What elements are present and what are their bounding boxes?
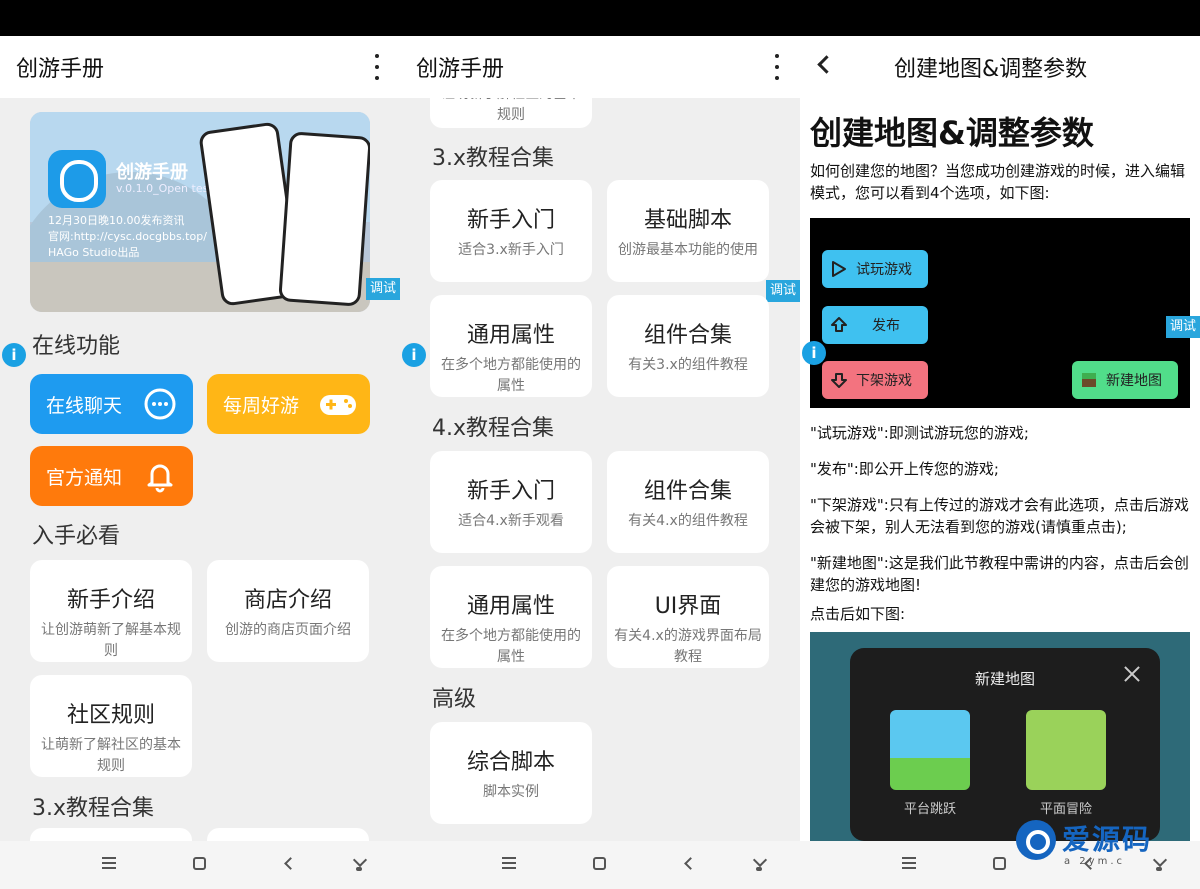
top-down-adventure-thumbnail bbox=[1026, 710, 1106, 790]
card-4x-beginner[interactable]: 新手入门 适合4.x新手观看 bbox=[430, 451, 592, 553]
card-partial[interactable] bbox=[30, 828, 192, 841]
home-icon[interactable] bbox=[193, 857, 206, 870]
banner-site: 官网:http://cysc.docgbbs.top/ bbox=[48, 230, 207, 243]
download-icon bbox=[831, 373, 847, 388]
status-bar bbox=[0, 0, 1200, 36]
card-community-rules[interactable]: 社区规则 让萌新了解社区的基本规则 bbox=[30, 675, 192, 777]
card-community-rules[interactable]: 让萌新了解社区的基本规则 bbox=[430, 98, 592, 128]
banner-app-name: 创游手册 bbox=[116, 162, 188, 183]
card-3x-basic-script[interactable]: 基础脚本 创游最基本功能的使用 bbox=[607, 180, 769, 282]
section-title: 3.x教程合集 bbox=[432, 146, 555, 171]
menu-icon[interactable] bbox=[902, 857, 916, 869]
phone-mockup bbox=[278, 131, 370, 307]
app-bar: 创建地图&调整参数 bbox=[800, 36, 1200, 98]
banner[interactable]: 创游手册 v.0.1.0_Open test 12月30日晚10.00发布资讯 … bbox=[30, 112, 370, 312]
official-notice-button[interactable]: 官方通知 bbox=[30, 446, 193, 506]
weekly-game-button[interactable]: 每周好游 bbox=[207, 374, 370, 434]
more-icon[interactable] bbox=[772, 54, 782, 80]
info-icon[interactable]: i bbox=[802, 341, 826, 365]
item-unpublish: "下架游戏":只有上传过的游戏才会有此选项，点击后游戏会被下架，别人无法看到您的… bbox=[810, 496, 1189, 536]
info-icon[interactable]: i bbox=[2, 343, 26, 367]
close-icon bbox=[1124, 666, 1140, 682]
section-title: 入手必看 bbox=[32, 524, 121, 549]
item-publish: "发布":即公开上传您的游戏; bbox=[810, 460, 999, 478]
back-icon[interactable] bbox=[684, 857, 697, 870]
system-nav-bar bbox=[400, 841, 800, 889]
section-title: 4.x教程合集 bbox=[432, 416, 555, 441]
card-shop-intro[interactable]: 商店介绍 创游的商店页面介绍 bbox=[207, 560, 369, 662]
info-icon[interactable]: i bbox=[402, 343, 426, 367]
banner-studio: HAGo Studio出品 bbox=[48, 246, 140, 259]
back-arrow-icon[interactable] bbox=[817, 55, 836, 74]
section-title: 在线功能 bbox=[32, 334, 121, 359]
new-map-dialog: 新建地图 平台跳跃 平面冒险 bbox=[850, 648, 1160, 841]
more-icon[interactable] bbox=[372, 54, 382, 80]
article-heading: 创建地图&调整参数 bbox=[810, 114, 1094, 152]
play-icon bbox=[832, 261, 846, 277]
watermark: 爱源码 a 2ym.c bbox=[1016, 818, 1196, 878]
debug-tag[interactable]: 调试 bbox=[366, 278, 400, 300]
card-4x-ui[interactable]: UI界面 有关4.x的游戏界面布局教程 bbox=[607, 566, 769, 668]
card-3x-beginner[interactable]: 新手入门 适合3.x新手入门 bbox=[430, 180, 592, 282]
back-icon[interactable] bbox=[284, 857, 297, 870]
card-3x-common-props[interactable]: 通用属性 在多个地方都能使用的属性 bbox=[430, 295, 592, 397]
gamepad-icon bbox=[320, 395, 356, 415]
section-title: 3.x教程合集 bbox=[32, 796, 155, 821]
card-4x-common-props[interactable]: 通用属性 在多个地方都能使用的属性 bbox=[430, 566, 592, 668]
section-title: 高级 bbox=[432, 687, 477, 712]
screen-home: 创游手册 创游手册 v.0.1.0_Open test 12月30日晚10.00… bbox=[0, 36, 400, 889]
publish-button-image: 发布 bbox=[822, 306, 928, 344]
item-play-test: "试玩游戏":即测试游玩您的游戏; bbox=[810, 424, 1029, 442]
chevron-down-icon[interactable] bbox=[352, 855, 366, 871]
menu-icon[interactable] bbox=[102, 857, 116, 869]
article-intro: 如何创建您的地图？当您成功创建游戏的时候，进入编辑模式，您可以看到4个选项，如下… bbox=[810, 162, 1186, 202]
app-logo-icon bbox=[48, 150, 106, 208]
app-title: 创游手册 bbox=[416, 57, 505, 82]
system-nav-bar bbox=[0, 841, 400, 889]
upload-icon bbox=[831, 317, 847, 332]
chat-icon bbox=[144, 388, 176, 420]
new-map-dialog-screenshot: 新建地图 平台跳跃 平面冒险 bbox=[810, 632, 1190, 841]
banner-version: v.0.1.0_Open test bbox=[116, 182, 213, 195]
home-content[interactable]: 创游手册 v.0.1.0_Open test 12月30日晚10.00发布资讯 … bbox=[0, 98, 400, 841]
screen-article: 创建地图&调整参数 创建地图&调整参数 如何创建您的地图？当您成功创建游戏的时候… bbox=[800, 36, 1200, 889]
unpublish-button-image: 下架游戏 bbox=[822, 361, 928, 399]
editor-screenshot: 试玩游戏 发布 下架游戏 新建地图 bbox=[810, 218, 1190, 408]
play-test-button-image: 试玩游戏 bbox=[822, 250, 928, 288]
map-icon bbox=[1082, 373, 1096, 387]
banner-notice: 12月30日晚10.00发布资讯 bbox=[48, 214, 185, 227]
tutorial-content[interactable]: 让萌新了解社区的基本规则 3.x教程合集 新手入门 适合3.x新手入门 基础脚本… bbox=[400, 98, 800, 841]
app-bar: 创游手册 bbox=[400, 36, 800, 98]
watermark-logo-icon bbox=[1016, 820, 1056, 860]
home-icon[interactable] bbox=[993, 857, 1006, 870]
card-4x-components[interactable]: 组件合集 有关4.x的组件教程 bbox=[607, 451, 769, 553]
new-map-button-image: 新建地图 bbox=[1072, 361, 1178, 399]
chevron-down-icon[interactable] bbox=[752, 855, 766, 871]
home-icon[interactable] bbox=[593, 857, 606, 870]
page-title: 创建地图&调整参数 bbox=[894, 57, 1088, 82]
debug-tag[interactable]: 调试 bbox=[1166, 316, 1200, 338]
menu-icon[interactable] bbox=[502, 857, 516, 869]
card-3x-components[interactable]: 组件合集 有关3.x的组件教程 bbox=[607, 295, 769, 397]
screen-tutorials: 创游手册 让萌新了解社区的基本规则 3.x教程合集 新手入门 适合3.x新手入门… bbox=[400, 36, 800, 889]
bell-icon bbox=[147, 464, 173, 493]
platform-jump-thumbnail bbox=[890, 710, 970, 790]
app-title: 创游手册 bbox=[16, 57, 105, 82]
card-newbie-intro[interactable]: 新手介绍 让创游萌新了解基本规则 bbox=[30, 560, 192, 662]
app-bar: 创游手册 bbox=[0, 36, 400, 98]
card-advanced-script[interactable]: 综合脚本 脚本实例 bbox=[430, 722, 592, 824]
online-chat-button[interactable]: 在线聊天 bbox=[30, 374, 193, 434]
item-after-click: 点击后如下图: bbox=[810, 605, 906, 623]
item-new-map: "新建地图":这是我们此节教程中需讲的内容，点击后会创建您的游戏地图! bbox=[810, 554, 1189, 594]
debug-tag[interactable]: 调试 bbox=[766, 280, 800, 302]
card-partial[interactable] bbox=[207, 828, 369, 841]
